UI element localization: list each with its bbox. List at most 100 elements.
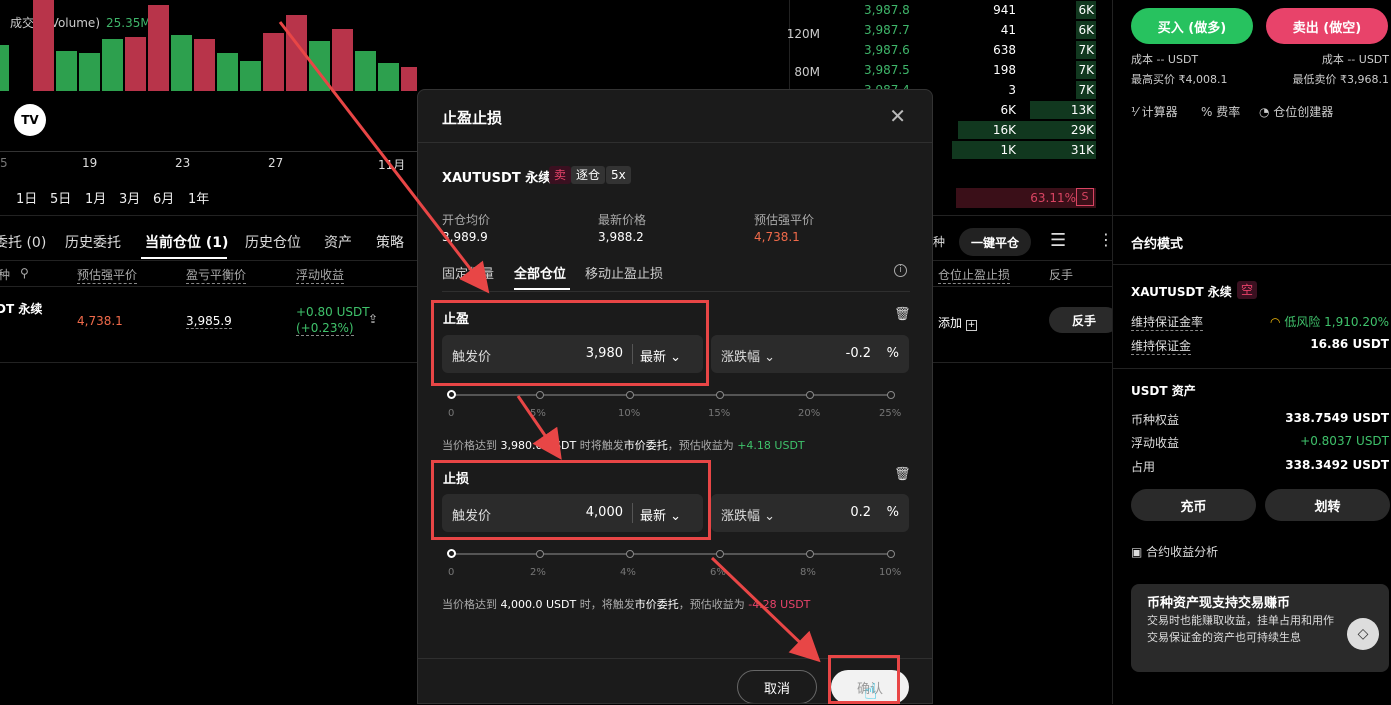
deposit-button[interactable]: 充币 — [1131, 489, 1256, 521]
transfer-button[interactable]: 划转 — [1265, 489, 1390, 521]
add-tpsl-link[interactable]: 添加 + — [938, 314, 977, 331]
calculator-icon: ⅟ — [1131, 105, 1142, 119]
last-price-value: 3,988.2 — [598, 230, 644, 244]
open-price-value: 3,989.9 — [442, 230, 488, 244]
plus-square-icon: + — [965, 320, 977, 331]
tpsl-dialog: 止盈止损 ✕ XAUTUSDT 永续 卖 逐仓 5x 开仓均价 3,989.9 … — [417, 89, 933, 704]
contract-mode-title: 合约模式 — [1131, 237, 1184, 252]
position-builder-button[interactable]: ◔ 仓位创建器 — [1259, 103, 1333, 120]
sl-change-field[interactable]: 涨跌幅 ⌄ 0.2 % — [711, 494, 909, 532]
col-position-tpsl: 仓位止盈止损 — [938, 268, 1011, 284]
chevron-down-icon: ⌄ — [764, 350, 776, 365]
reverse-button[interactable]: 反手 — [1049, 307, 1119, 333]
slider-handle[interactable] — [447, 549, 456, 558]
last-price-label: 最新价格 — [598, 213, 647, 227]
tp-change-select[interactable]: 涨跌幅 ⌄ — [721, 346, 775, 365]
tab-full-position[interactable]: 全部仓位 — [514, 263, 566, 282]
tab-current-positions[interactable]: 当前仓位 (1) — [145, 232, 228, 252]
active-tab-indicator — [141, 257, 227, 259]
percent-icon: % — [1201, 105, 1217, 119]
builder-icon: ◔ — [1259, 105, 1274, 119]
col-liq-price: 预估强平价 — [77, 268, 138, 284]
trade-panel: 买入 (做多) 卖出 (做空) 成本 -- USDT 成本 -- USDT 最高… — [1112, 0, 1391, 704]
x-tick: 19 — [82, 156, 98, 170]
timeframe-1y[interactable]: 1年 — [188, 188, 209, 207]
position-liq-price: 4,738.1 — [77, 314, 123, 328]
tab-assets[interactable]: 资产 — [324, 232, 352, 252]
sl-highlight-box — [431, 460, 711, 540]
chevron-down-icon: ⌄ — [764, 509, 776, 524]
slider-handle[interactable] — [447, 390, 456, 399]
orderbook-row[interactable]: 3,987.7 41 6K — [848, 20, 1112, 40]
margin-mode-badge: 逐仓 — [571, 166, 606, 184]
gauge-icon: ◠ — [1270, 315, 1285, 329]
open-price-label: 开仓均价 — [442, 213, 491, 227]
position-pnl: +0.80 USDT — [296, 305, 370, 319]
promo-text: 交易时也能赚取收益，挂单占用和用作交易保证金的资产也可持续生息 — [1147, 614, 1334, 644]
settings-sliders-icon[interactable]: ☰ — [1050, 230, 1066, 251]
tab-position-history[interactable]: 历史仓位 — [245, 232, 301, 252]
x-tick: 5 — [0, 156, 8, 170]
fee-rate-button[interactable]: % 费率 — [1201, 103, 1240, 120]
buy-long-button[interactable]: 买入 (做多) — [1131, 8, 1253, 44]
x-tick: 23 — [175, 156, 191, 170]
sl-hint: 当价格达到 4,000.0 USDT 时，将触发市价委托，预估收益为 -4.28… — [442, 598, 811, 611]
sl-slider[interactable]: 0 2% 4% 6% 8% 10% — [447, 549, 901, 578]
sell-ratio-bar: 63.11% — [956, 188, 1096, 208]
tab-order-history[interactable]: 历史委托 — [65, 232, 121, 252]
share-icon[interactable]: ⇪ — [368, 312, 378, 326]
tp-highlight-box — [431, 300, 709, 386]
liq-price-value: 4,738.1 — [754, 230, 800, 244]
liq-price-label: 预估强平价 — [754, 213, 815, 227]
pnl-analysis-link[interactable]: ▣ 合约收益分析 — [1131, 543, 1218, 560]
tp-delete-icon[interactable]: 🗑 — [894, 307, 911, 322]
leverage-badge: 5x — [606, 166, 631, 184]
close-icon[interactable]: ✕ — [889, 104, 906, 128]
x-tick: 27 — [268, 156, 284, 170]
sl-change-select[interactable]: 涨跌幅 ⌄ — [721, 505, 775, 524]
info-icon[interactable]: i — [894, 264, 907, 277]
tab-fixed-qty[interactable]: 固定数量 — [442, 263, 494, 282]
timeframe-3m[interactable]: 3月 — [119, 188, 140, 207]
tp-change-input[interactable]: -0.2 — [846, 346, 871, 361]
position-breakeven: 3,985.9 — [186, 314, 232, 329]
tp-change-field[interactable]: 涨跌幅 ⌄ -0.2 % — [711, 335, 909, 373]
active-tab-indicator — [514, 288, 570, 290]
position-symbol[interactable]: DT 永续 — [0, 300, 42, 317]
risk-gauge-value: ◠ 低风险 1,910.20% — [1270, 315, 1389, 329]
x-tick: 11月 — [378, 158, 406, 172]
side-badge: 卖 — [549, 166, 572, 184]
usdt-assets-title: USDT 资产 — [1131, 384, 1196, 398]
tab-strategy[interactable]: 策略 — [376, 232, 404, 252]
pin-icon[interactable]: ⚲ — [20, 266, 29, 280]
promo-title: 币种资产现支持交易赚币 — [1147, 596, 1291, 611]
tp-hint: 当价格达到 3,980.0 USDT 时将触发市价委托，预估收益为 +4.18 … — [442, 439, 805, 452]
calculator-button[interactable]: ⅟ 计算器 — [1131, 103, 1178, 120]
dialog-symbol: XAUTUSDT 永续 — [442, 171, 552, 186]
tradingview-logo[interactable]: TV — [14, 104, 46, 136]
sl-delete-icon[interactable]: 🗑 — [894, 467, 911, 482]
sell-badge: S — [1076, 188, 1094, 206]
col-breakeven: 盈亏平衡价 — [186, 268, 247, 284]
timeframe-6m[interactable]: 6月 — [153, 188, 174, 207]
timeframe-5d[interactable]: 5日 — [50, 188, 71, 207]
tab-orders[interactable]: 委托 (0) — [0, 232, 46, 252]
close-all-button[interactable]: 一键平仓 — [959, 228, 1031, 256]
position-pnl-pct: (+0.23%) — [296, 321, 354, 336]
orderbook-row[interactable]: 3,987.6 638 7K — [848, 40, 1112, 60]
cancel-button[interactable]: 取消 — [737, 670, 817, 703]
orderbook-row[interactable]: 3,987.8 941 6K — [848, 0, 1112, 20]
promo-card[interactable]: 币种资产现支持交易赚币 交易时也能赚取收益，挂单占用和用作交易保证金的资产也可持… — [1131, 584, 1389, 672]
cursor-hand-icon: ☝ — [864, 680, 878, 705]
col-pnl: 浮动收益 — [296, 268, 345, 284]
tab-trailing-tpsl[interactable]: 移动止盈止损 — [585, 263, 663, 282]
analysis-icon: ▣ — [1131, 545, 1147, 559]
timeframe-1m[interactable]: 1月 — [85, 188, 106, 207]
sell-short-button[interactable]: 卖出 (做空) — [1266, 8, 1388, 44]
tp-slider[interactable]: 0 5% 10% 15% 20% 25% — [447, 390, 901, 419]
sl-change-input[interactable]: 0.2 — [850, 505, 871, 520]
y-tick: 80M — [794, 65, 820, 79]
timeframe-1d[interactable]: 1日 — [16, 188, 37, 207]
cost-right: 成本 -- USDT — [1321, 53, 1389, 66]
orderbook-row[interactable]: 3,987.5 198 7K — [848, 60, 1112, 80]
